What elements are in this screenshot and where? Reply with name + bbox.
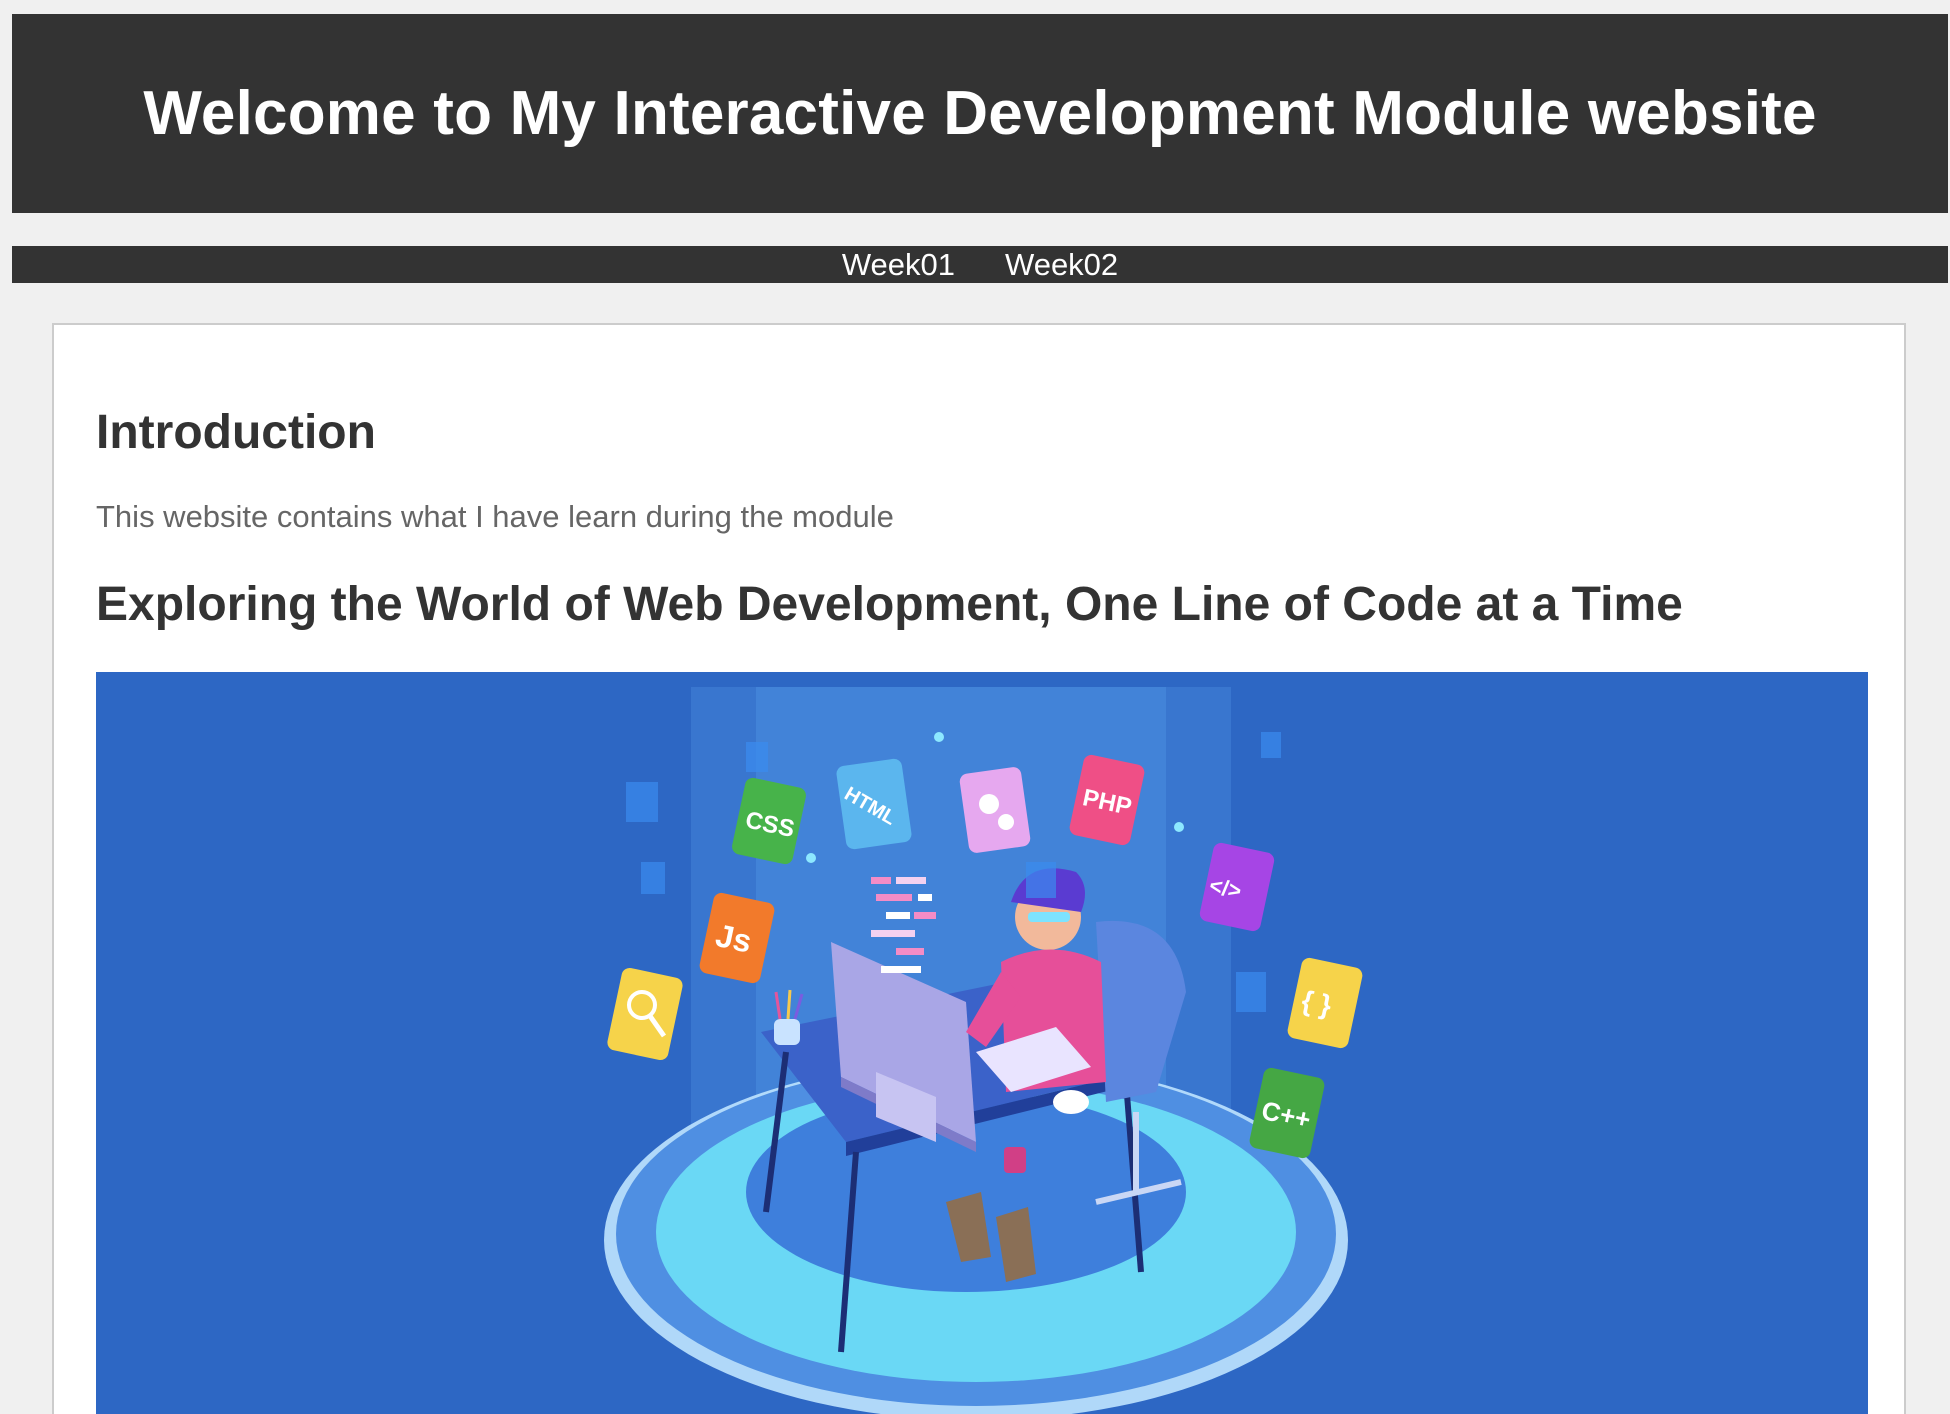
nav-bar: Week01 Week02	[12, 246, 1948, 283]
content-card: Introduction This website contains what …	[52, 323, 1906, 1414]
svg-text:Js: Js	[713, 917, 755, 960]
braces-icon: { }	[1287, 957, 1363, 1049]
intro-text: This website contains what I have learn …	[96, 499, 894, 534]
nav-link-week02[interactable]: Week02	[1005, 247, 1118, 283]
settings-icon	[959, 767, 1031, 853]
hero-illustration: CSS HTML PHP Js </> {} C++	[96, 672, 1868, 1414]
float-square-1	[626, 782, 658, 822]
tagline-heading: Exploring the World of Web Development, …	[96, 578, 1683, 631]
search-icon	[607, 967, 683, 1061]
float-dot-1	[806, 853, 816, 863]
nav-link-week01[interactable]: Week01	[842, 247, 955, 283]
pen-2	[786, 989, 792, 1020]
person-glasses	[1028, 912, 1070, 922]
cpp-icon: C++	[1249, 1067, 1325, 1159]
page: Welcome to My Interactive Development Mo…	[0, 0, 1950, 1414]
pen-cup	[774, 1019, 800, 1045]
float-square-3	[1236, 972, 1266, 1012]
site-title: Welcome to My Interactive Development Mo…	[143, 79, 1817, 148]
mouse	[1053, 1090, 1089, 1114]
float-dot-3	[1174, 822, 1184, 832]
float-square-4	[1261, 732, 1281, 758]
intro-heading: Introduction	[96, 406, 376, 459]
float-square-5	[746, 742, 768, 772]
float-square-6	[1026, 862, 1056, 898]
float-dot-2	[934, 732, 944, 742]
float-square-2	[641, 862, 665, 894]
html-icon: HTML	[836, 758, 912, 850]
mug	[1004, 1147, 1026, 1173]
site-header: Welcome to My Interactive Development Mo…	[12, 14, 1948, 213]
